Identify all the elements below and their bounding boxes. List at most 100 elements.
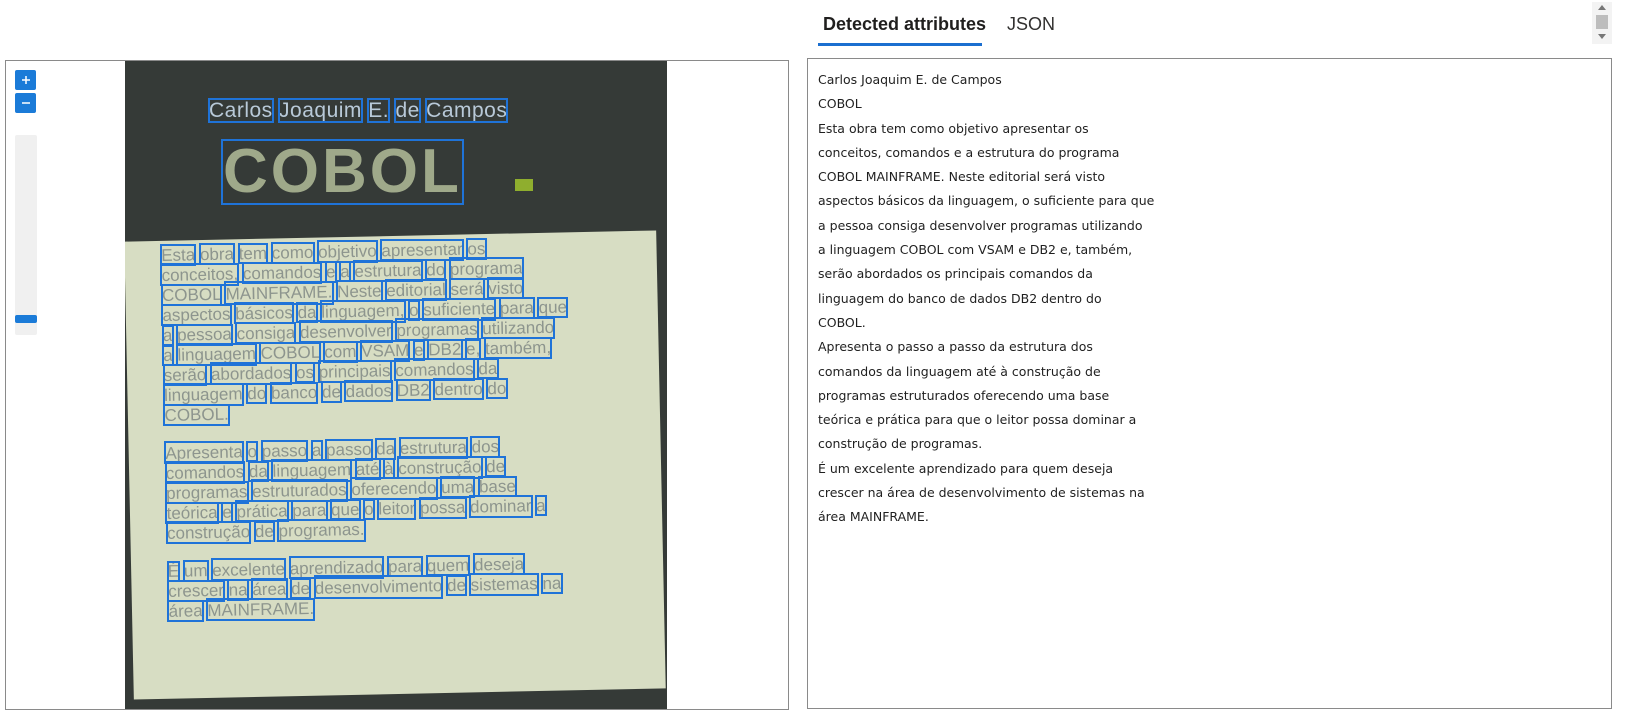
ocr-word-box	[484, 455, 507, 478]
attribute-line: Apresenta o passo a passo da estrutura d…	[818, 339, 1093, 355]
ocr-word-box	[182, 560, 209, 582]
ocr-word-box	[162, 344, 174, 366]
ocr-word-box	[425, 554, 471, 577]
ocr-word-box	[537, 296, 569, 319]
ocr-word-box	[294, 361, 316, 384]
ocr-word-box	[362, 498, 375, 520]
ocr-word-box	[278, 98, 363, 123]
ocr-word-box	[427, 338, 463, 361]
detected-attributes-panel[interactable]: Carlos Joaquim E. de Campos COBOL Esta obr…	[807, 58, 1612, 709]
ocr-word-box	[445, 574, 468, 597]
ocr-word-box	[329, 498, 361, 521]
attribute-line: Carlos Joaquim E. de Campos	[818, 72, 1002, 87]
ocr-word-box	[166, 560, 181, 582]
image-viewer[interactable]: Carlos Joaquim E. de Campos COBOL Esta o…	[5, 60, 789, 710]
ocr-word-box	[464, 338, 482, 360]
ocr-word-box	[259, 341, 321, 364]
ocr-word-box	[477, 357, 499, 380]
ocr-word-box	[313, 575, 444, 599]
ocr-word-box	[472, 553, 526, 576]
ocr-word-box	[367, 98, 391, 123]
ocr-word-box	[269, 381, 319, 404]
ocr-word-box	[469, 573, 539, 596]
attribute-line: construção de programas.	[818, 436, 983, 452]
attribute-line: serão abordados os principais comandos d…	[818, 266, 1093, 282]
active-tab-indicator	[818, 43, 982, 46]
ocr-word-box	[483, 336, 553, 360]
attribute-line: COBOL.	[818, 314, 866, 330]
ocr-title-box	[221, 139, 464, 205]
ocr-word-box	[382, 458, 395, 480]
ocr-word-box	[470, 435, 501, 458]
ocr-word-box	[270, 241, 315, 264]
zoom-slider[interactable]	[15, 135, 37, 335]
ocr-word-box	[449, 278, 485, 300]
attribute-line: É um excelente aprendizado para quem des…	[818, 460, 1114, 476]
attribute-line: comandos da linguagem até à construção d…	[818, 363, 1101, 379]
attribute-line: a pessoa consiga desenvolver programas u…	[818, 217, 1143, 233]
attribute-line: conceitos, comandos e a estrutura do pro…	[818, 144, 1120, 160]
ocr-word-box	[534, 495, 547, 517]
ocr-word-box	[246, 441, 259, 463]
panel-scrollbar[interactable]	[1592, 2, 1612, 44]
minus-icon	[21, 102, 30, 104]
scroll-down-icon[interactable]	[1598, 34, 1606, 39]
attribute-line: teórica e prática para que o leitor poss…	[818, 412, 1137, 428]
ocr-word-box	[162, 383, 244, 406]
ocr-word-box	[466, 238, 487, 260]
ocr-word-box	[234, 302, 295, 325]
ocr-word-box	[395, 379, 431, 402]
ocr-word-box	[208, 98, 274, 123]
title-dot	[515, 179, 533, 191]
ocr-word-box	[198, 243, 236, 266]
ocr-word-box	[206, 597, 316, 622]
attribute-line: COBOL MAINFRAME. Neste editorial será vi…	[818, 169, 1106, 185]
ocr-word-box	[386, 555, 424, 578]
ocr-word-box	[487, 277, 525, 300]
ocr-word-box	[374, 438, 397, 460]
zoom-in-button[interactable]	[15, 70, 36, 90]
ocr-word-box	[425, 98, 509, 123]
ocr-word-box	[324, 438, 373, 461]
zoom-slider-thumb[interactable]	[15, 315, 37, 323]
ocr-word-box	[418, 496, 467, 519]
attribute-line: COBOL	[818, 96, 862, 112]
ocr-word-box	[165, 521, 252, 544]
ocr-word-box	[425, 259, 447, 281]
scroll-up-icon[interactable]	[1598, 5, 1606, 10]
attribute-line: linguagem do banco de dados DB2 dentro d…	[818, 290, 1102, 306]
ocr-word-box	[246, 382, 268, 405]
ocr-word-box	[477, 475, 518, 498]
ocr-word-box	[161, 324, 174, 346]
ocr-word-box	[394, 98, 421, 123]
ocr-word-box	[433, 378, 484, 401]
ocr-word-box	[163, 403, 230, 426]
ocr-word-box	[377, 497, 417, 520]
ocr-word-box	[339, 261, 351, 283]
ocr-word-box	[320, 381, 343, 403]
scroll-thumb[interactable]	[1596, 15, 1608, 29]
book-cover-photo: Carlos Joaquim E. de Campos COBOL Esta o…	[125, 61, 667, 709]
attribute-line: Esta obra tem como objetivo apresentar o…	[818, 120, 1089, 136]
plus-icon	[21, 76, 30, 84]
attribute-line: área MAINFRAME.	[818, 509, 929, 525]
ocr-word-box	[167, 600, 204, 622]
zoom-out-button[interactable]	[15, 93, 36, 113]
ocr-word-box	[486, 377, 508, 400]
ocr-word-box	[253, 520, 276, 543]
ocr-word-box	[541, 572, 563, 595]
ocr-word-box	[221, 501, 234, 523]
ocr-word-box	[310, 439, 323, 461]
ocr-word-box	[289, 577, 312, 600]
tab-detected-attributes[interactable]: Detected attributes	[823, 14, 986, 35]
ocr-word-box	[324, 261, 337, 283]
attribute-line: aspectos básicos da linguagem, o suficie…	[818, 193, 1155, 209]
ocr-word-box	[277, 518, 366, 542]
attribute-line: a linguagem COBOL com VSAM e DB2 e, tamb…	[818, 242, 1133, 258]
attribute-line: programas estruturados oferecendo uma ba…	[818, 387, 1110, 403]
ocr-word-box	[344, 380, 394, 403]
attribute-line: crescer na área de desenvolvimento de si…	[818, 485, 1145, 501]
ocr-word-box	[468, 495, 533, 518]
app-root: Carlos Joaquim E. de Campos COBOL Esta o…	[0, 0, 1629, 725]
tab-json[interactable]: JSON	[1007, 14, 1055, 35]
